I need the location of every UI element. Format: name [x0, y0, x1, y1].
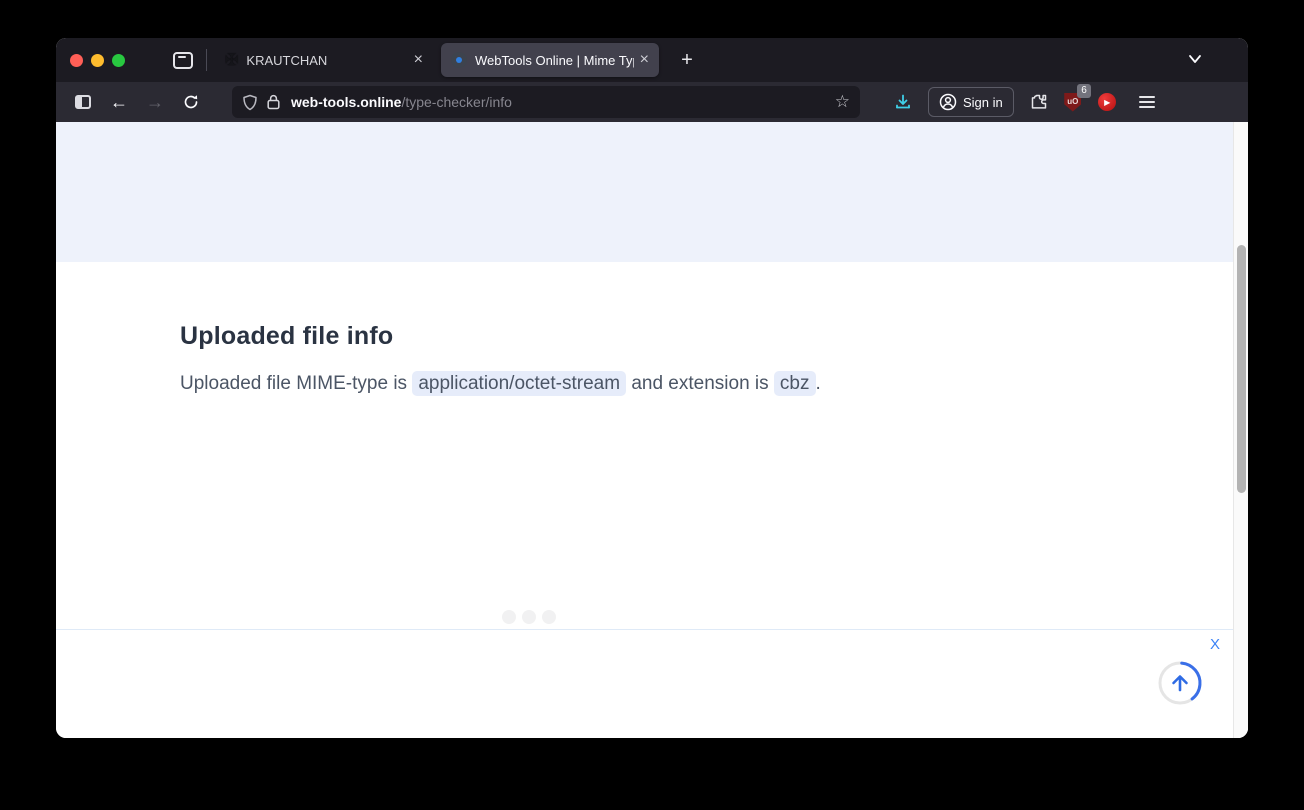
footer-divider [56, 629, 1233, 630]
toolbar-right-cluster: Sign in uO 6 ▶ [888, 87, 1162, 117]
play-shield-icon: ▶ [1098, 93, 1116, 111]
ublock-origin-button[interactable]: uO 6 [1058, 88, 1088, 116]
window-controls [70, 54, 125, 67]
page-title: Uploaded file info [180, 322, 821, 351]
forward-arrow-icon: → [146, 92, 164, 113]
reload-icon [183, 94, 199, 110]
mime-type-value: application/octet-stream [412, 371, 626, 396]
tab-title: WebTools Online | Mime Type Ch [475, 53, 634, 68]
hero-section [56, 122, 1233, 262]
tab-close-icon[interactable]: × [640, 52, 649, 68]
ad-close-button[interactable]: X [1206, 632, 1224, 657]
extension-value: cbz [774, 371, 816, 396]
sidebar-icon [75, 95, 91, 109]
forward-button: → [140, 88, 170, 116]
sign-in-button[interactable]: Sign in [928, 87, 1014, 117]
close-window-button[interactable] [70, 54, 83, 67]
page-content: Uploaded file info Uploaded file MIME-ty… [56, 122, 1248, 738]
reload-button[interactable] [176, 88, 206, 116]
url-host: web-tools.online [291, 94, 401, 110]
tab-krautchan[interactable]: ✠ KRAUTCHAN × [215, 43, 433, 77]
tab-title: KRAUTCHAN [246, 53, 407, 68]
ublock-badge: 6 [1077, 84, 1091, 98]
result-section: Uploaded file info Uploaded file MIME-ty… [180, 322, 821, 395]
sign-in-label: Sign in [963, 95, 1003, 110]
scroll-to-top-button[interactable] [1157, 660, 1203, 706]
menu-button[interactable] [1132, 88, 1162, 116]
minimize-window-button[interactable] [91, 54, 104, 67]
lock-icon[interactable] [267, 94, 280, 110]
url-bar[interactable]: web-tools.online/type-checker/info ☆ [232, 86, 860, 118]
maltese-cross-favicon-icon: ✠ [225, 50, 238, 70]
tab-close-icon[interactable]: × [414, 52, 423, 68]
tab-webtools-active[interactable]: WebTools Online | Mime Type Ch × [441, 43, 659, 77]
tab-bar: ✠ KRAUTCHAN × WebTools Online | Mime Typ… [56, 38, 1248, 82]
scrollbar-track[interactable] [1233, 122, 1248, 738]
loading-dots [502, 610, 556, 624]
navigation-toolbar: ← → web-tools.online/type-checker/info ☆ [56, 82, 1248, 122]
new-tab-button[interactable]: + [673, 46, 701, 74]
tab-list-chevron-down-icon[interactable] [1188, 52, 1200, 64]
url-path: /type-checker/info [401, 94, 512, 110]
firefox-view-icon[interactable] [173, 52, 193, 69]
tab-separator [206, 49, 207, 71]
sidebar-toggle-button[interactable] [68, 88, 98, 116]
bookmark-star-icon[interactable]: ☆ [835, 92, 850, 112]
downloads-button[interactable] [888, 88, 918, 116]
puzzle-piece-icon [1030, 93, 1048, 111]
back-arrow-icon: ← [110, 92, 128, 113]
scrollbar-thumb[interactable] [1237, 245, 1246, 493]
browser-window: ✠ KRAUTCHAN × WebTools Online | Mime Typ… [56, 38, 1248, 738]
zoom-window-button[interactable] [112, 54, 125, 67]
tracking-shield-icon[interactable] [242, 94, 258, 111]
sponsorblock-button[interactable]: ▶ [1092, 88, 1122, 116]
account-icon [939, 93, 957, 111]
back-button[interactable]: ← [104, 88, 134, 116]
extensions-button[interactable] [1024, 88, 1054, 116]
hamburger-icon [1139, 96, 1155, 108]
gear-favicon-icon [451, 52, 467, 68]
download-icon [894, 94, 912, 111]
result-text: Uploaded file MIME-type is application/o… [180, 373, 821, 395]
